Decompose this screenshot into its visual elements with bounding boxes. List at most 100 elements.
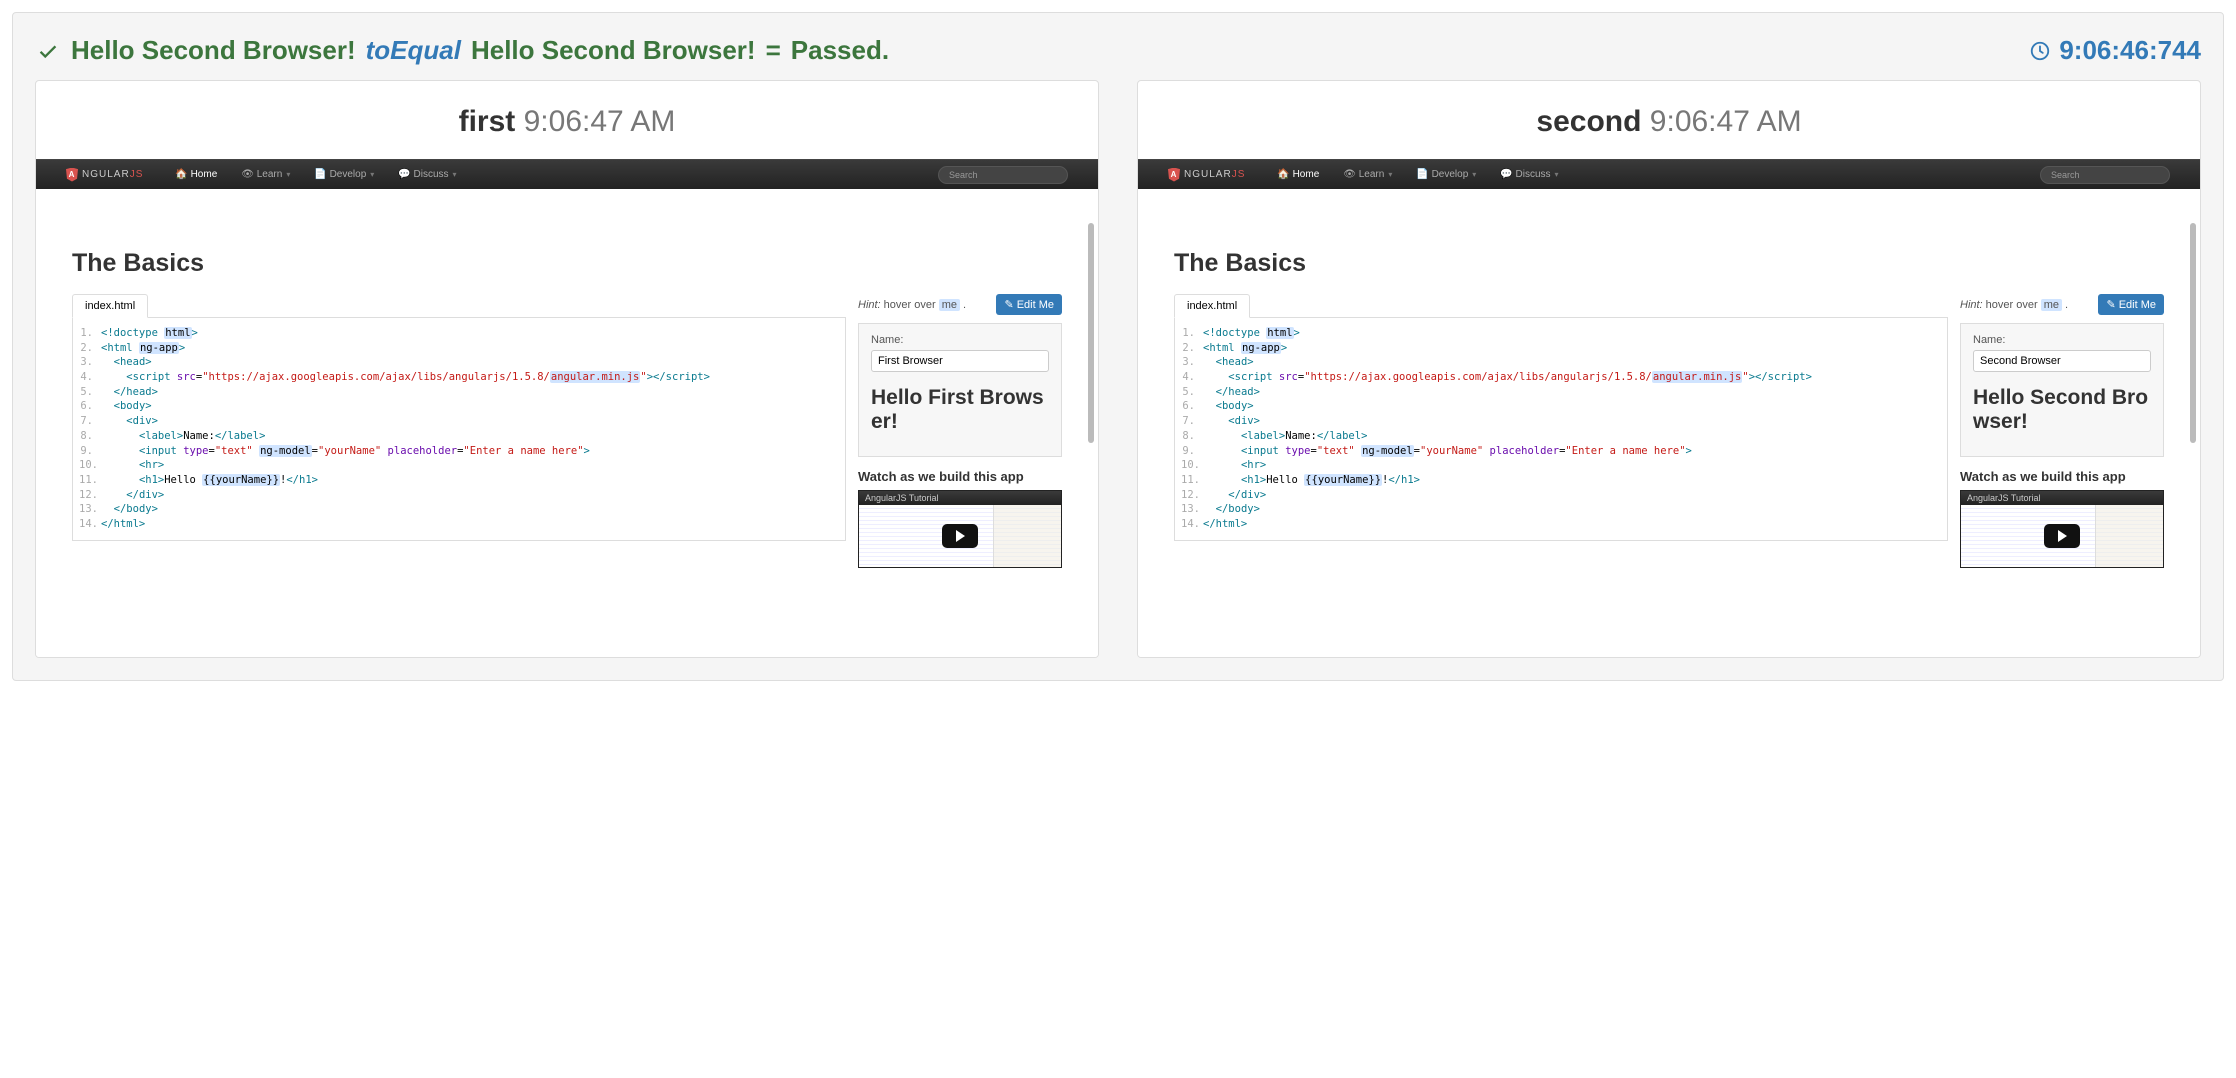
play-icon[interactable]	[2044, 524, 2080, 548]
name-label: Name:	[1973, 334, 2151, 346]
nav-discuss[interactable]: 💬 Discuss ▾	[1490, 169, 1568, 180]
line-number: 5.	[1181, 385, 1203, 400]
tutorial-video[interactable]: AngularJS Tutorial	[1960, 490, 2164, 568]
tutorial-video[interactable]: AngularJS Tutorial	[858, 490, 1062, 568]
code-text: <body>	[1203, 399, 1941, 414]
code-text: <head>	[1203, 355, 1941, 370]
angular-brand[interactable]: A NGULARJS	[1168, 168, 1245, 182]
line-number: 3.	[79, 355, 101, 370]
preview-column: Hint: hover over me . ✎ Edit Me Name: He…	[858, 294, 1062, 568]
nav-develop[interactable]: 📄 Develop ▾	[304, 169, 384, 180]
code-line: 1.<!doctype html>	[1181, 326, 1941, 341]
nav-search-input[interactable]: Search	[2040, 166, 2170, 184]
code-line: 11. <h1>Hello {{yourName}}!</h1>	[1181, 473, 1941, 488]
equals-sign: =	[766, 35, 781, 66]
live-preview: Name: Hello Second Browser!	[1960, 323, 2164, 457]
code-line: 2.<html ng-app>	[79, 341, 839, 356]
code-text: <h1>Hello {{yourName}}!</h1>	[1203, 473, 1941, 488]
line-number: 14.	[1181, 517, 1203, 532]
angular-brand[interactable]: A NGULARJS	[66, 168, 143, 182]
caret-icon: ▾	[1388, 170, 1392, 179]
code-line: 6. <body>	[79, 399, 839, 414]
test-result-container: Hello Second Browser! toEqual Hello Seco…	[12, 12, 2224, 681]
code-line: 4. <script src="https://ajax.googleapis.…	[1181, 370, 1941, 385]
code-text: <div>	[1203, 414, 1941, 429]
line-number: 4.	[79, 370, 101, 385]
caret-icon: ▾	[1555, 170, 1559, 179]
line-number: 9.	[79, 444, 101, 459]
code-line: 5. </head>	[1181, 385, 1941, 400]
timestamp-value: 9:06:46:744	[2059, 35, 2201, 66]
hint-text: Hint: hover over me .	[858, 299, 966, 311]
line-number: 11.	[79, 473, 101, 488]
hello-output: Hello First Browser!	[871, 386, 1049, 434]
code-line: 8. <label>Name:</label>	[1181, 429, 1941, 444]
line-number: 4.	[1181, 370, 1203, 385]
code-line: 3. <head>	[79, 355, 839, 370]
code-line: 12. </div>	[1181, 488, 1941, 503]
page-content: The Basics index.html 1.<!doctype html>2…	[36, 189, 1098, 568]
code-line: 13. </body>	[79, 502, 839, 517]
code-text: </html>	[1203, 517, 1941, 532]
code-editor[interactable]: 1.<!doctype html>2.<html ng-app>3. <head…	[1174, 317, 1948, 541]
caret-icon: ▾	[453, 170, 457, 179]
code-text: <div>	[101, 414, 839, 429]
code-line: 7. <div>	[1181, 414, 1941, 429]
line-number: 11.	[1181, 473, 1203, 488]
code-text: <input type="text" ng-model="yourName" p…	[1203, 444, 1941, 459]
angular-shield-icon: A	[1168, 168, 1180, 182]
code-text: <h1>Hello {{yourName}}!</h1>	[101, 473, 839, 488]
nav-search-input[interactable]: Search	[938, 166, 1068, 184]
line-number: 6.	[79, 399, 101, 414]
line-number: 14.	[79, 517, 101, 532]
nav-develop[interactable]: 📄 Develop ▾	[1406, 169, 1486, 180]
code-text: <script src="https://ajax.googleapis.com…	[1203, 370, 1941, 385]
nav-discuss[interactable]: 💬 Discuss ▾	[388, 169, 466, 180]
angular-navbar: A NGULARJS 🏠 Home 👁 Learn ▾ 📄 Develop ▾ …	[1138, 159, 2200, 189]
nav-learn[interactable]: 👁 Learn ▾	[231, 169, 300, 180]
line-number: 10.	[1181, 458, 1203, 473]
name-input[interactable]	[1973, 350, 2151, 372]
code-text: </head>	[1203, 385, 1941, 400]
file-tab[interactable]: index.html	[72, 294, 148, 318]
edit-me-button[interactable]: ✎ Edit Me	[996, 294, 1062, 315]
nav-home[interactable]: 🏠 Home	[165, 169, 227, 180]
edit-me-button[interactable]: ✎ Edit Me	[2098, 294, 2164, 315]
line-number: 9.	[1181, 444, 1203, 459]
caret-icon: ▾	[1472, 170, 1476, 179]
code-line: 10. <hr>	[79, 458, 839, 473]
assertion-result: Hello Second Browser! toEqual Hello Seco…	[35, 35, 889, 66]
basics-heading: The Basics	[72, 249, 1062, 278]
live-preview: Name: Hello First Browser!	[858, 323, 1062, 457]
code-line: 14.</html>	[79, 517, 839, 532]
line-number: 6.	[1181, 399, 1203, 414]
browser-panel-first: first 9:06:47 AM A NGULARJS 🏠 Home 👁 Lea…	[35, 80, 1099, 658]
panel-title: first 9:06:47 AM	[36, 81, 1098, 159]
preview-column: Hint: hover over me . ✎ Edit Me Name: He…	[1960, 294, 2164, 568]
code-text: <input type="text" ng-model="yourName" p…	[101, 444, 839, 459]
angular-navbar: A NGULARJS 🏠 Home 👁 Learn ▾ 📄 Develop ▾ …	[36, 159, 1098, 189]
clock-icon	[2029, 40, 2051, 62]
basics-heading: The Basics	[1174, 249, 2164, 278]
nav-learn[interactable]: 👁 Learn ▾	[1333, 169, 1402, 180]
line-number: 7.	[1181, 414, 1203, 429]
panel-title: second 9:06:47 AM	[1138, 81, 2200, 159]
code-text: <label>Name:</label>	[1203, 429, 1941, 444]
hint-me[interactable]: me	[939, 299, 960, 311]
line-number: 8.	[1181, 429, 1203, 444]
pencil-icon: ✎	[2106, 298, 2115, 311]
browser-panel-second: second 9:06:47 AM A NGULARJS 🏠 Home 👁 Le…	[1137, 80, 2201, 658]
play-icon[interactable]	[942, 524, 978, 548]
brand-text: NGULARJS	[1184, 169, 1245, 180]
code-line: 14.</html>	[1181, 517, 1941, 532]
caret-icon: ▾	[286, 170, 290, 179]
code-editor[interactable]: 1.<!doctype html>2.<html ng-app>3. <head…	[72, 317, 846, 541]
outcome: Passed.	[791, 35, 889, 66]
expected-value: Hello Second Browser!	[471, 35, 756, 66]
code-text: <hr>	[101, 458, 839, 473]
hint-me[interactable]: me	[2041, 299, 2062, 311]
file-tab[interactable]: index.html	[1174, 294, 1250, 318]
code-line: 2.<html ng-app>	[1181, 341, 1941, 356]
nav-home[interactable]: 🏠 Home	[1267, 169, 1329, 180]
name-input[interactable]	[871, 350, 1049, 372]
